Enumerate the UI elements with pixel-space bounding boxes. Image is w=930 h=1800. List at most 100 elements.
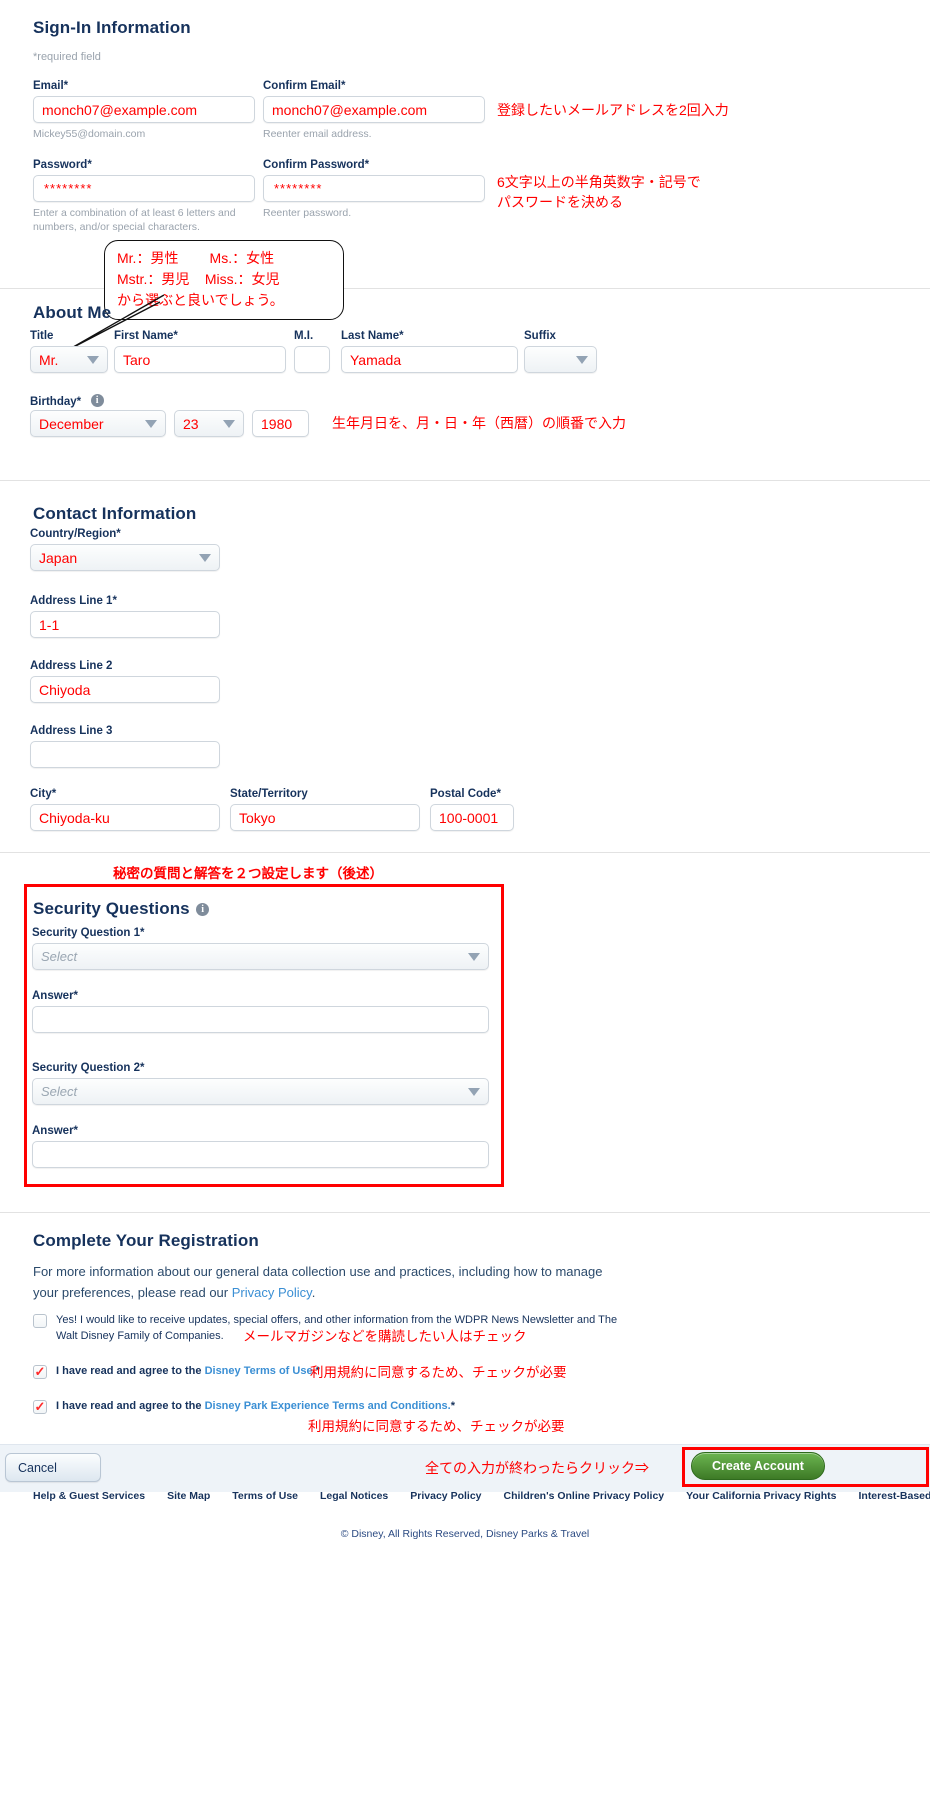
security-question-1-select[interactable]: Select: [32, 943, 489, 970]
birth-month-select[interactable]: December: [30, 410, 166, 437]
middle-initial-label: M.I.: [294, 330, 314, 342]
address-line-3-input[interactable]: [30, 741, 220, 768]
title-group: Title Mr.: [30, 330, 108, 373]
country-value: Japan: [39, 549, 78, 566]
info-icon[interactable]: i: [196, 903, 210, 917]
postal-code-group: Postal Code* 100-0001: [430, 788, 514, 831]
security-answer-1-group: Answer*: [32, 990, 489, 1033]
country-select[interactable]: Japan: [30, 544, 220, 571]
address-line-2-label: Address Line 2: [30, 660, 113, 672]
registration-intro: For more information about our general d…: [33, 1262, 633, 1304]
chevron-down-icon: [145, 419, 157, 428]
confirm-email-input[interactable]: monch07@example.com: [263, 96, 485, 123]
first-name-input[interactable]: Taro: [114, 346, 286, 373]
confirm-password-input[interactable]: ********: [263, 175, 485, 202]
chevron-down-icon: [468, 952, 480, 961]
suffix-group: Suffix: [524, 330, 597, 373]
address-line-1-label: Address Line 1*: [30, 595, 117, 607]
footer-link-help[interactable]: Help & Guest Services: [33, 1490, 145, 1502]
terms-annotation-1: 利用規約に同意するため、チェックが必要: [310, 1365, 567, 1380]
footer-link-privacy-policy[interactable]: Privacy Policy: [410, 1490, 481, 1502]
email-hint: Mickey55@domain.com: [33, 128, 146, 140]
address-line-1-group: Address Line 1* 1-1: [30, 595, 220, 638]
info-icon[interactable]: i: [90, 394, 104, 408]
birth-year-input[interactable]: 1980: [252, 410, 309, 437]
city-input[interactable]: Chiyoda-ku: [30, 804, 220, 831]
confirm-email-label: Confirm Email*: [263, 80, 346, 92]
first-name-label: First Name*: [114, 330, 178, 342]
cancel-button[interactable]: Cancel: [5, 1453, 101, 1482]
confirm-email-hint: Reenter email address.: [263, 128, 372, 140]
contact-heading: Contact Information: [33, 504, 197, 523]
password-input[interactable]: ********: [33, 175, 255, 202]
first-name-group: First Name* Taro: [114, 330, 286, 373]
address-line-1-input[interactable]: 1-1: [30, 611, 220, 638]
divider-3: [0, 852, 930, 853]
title-select[interactable]: Mr.: [30, 346, 108, 373]
park-terms-checkbox-row[interactable]: I have read and agree to the Disney Park…: [33, 1399, 455, 1415]
security-answer-2-group: Answer*: [32, 1125, 489, 1168]
city-group: City* Chiyoda-ku: [30, 788, 220, 831]
newsletter-checkbox[interactable]: [33, 1314, 47, 1328]
terms-of-use-checkbox-row[interactable]: I have read and agree to the Disney Term…: [33, 1364, 320, 1380]
birthday-annotation: 生年月日を、月・日・年（西暦）の順番で入力: [332, 415, 626, 431]
state-input[interactable]: Tokyo: [230, 804, 420, 831]
security-question-1-value: Select: [41, 949, 78, 964]
footer-link-interest-based-ads[interactable]: Interest-Based Ads: [858, 1490, 930, 1502]
registration-intro-line-1: For more information about our general d…: [33, 1264, 603, 1279]
signin-heading: Sign-In Information: [33, 18, 191, 37]
postal-code-label: Postal Code*: [430, 788, 501, 800]
registration-intro-line-2: your preferences, please read our Privac…: [33, 1283, 633, 1304]
security-question-2-group: Security Question 2* Select: [32, 1062, 489, 1105]
footer-link-california-rights[interactable]: Your California Privacy Rights: [686, 1490, 836, 1502]
state-group: State/Territory Tokyo: [230, 788, 420, 831]
city-label: City*: [30, 788, 57, 800]
birth-month-value: December: [39, 415, 104, 432]
email-annotation: 登録したいメールアドレスを2回入力: [497, 102, 729, 118]
birthday-label-row: Birthday* i: [30, 392, 104, 412]
birth-day-select[interactable]: 23: [174, 410, 244, 437]
confirm-password-group: Confirm Password* ******** Reenter passw…: [263, 159, 485, 220]
security-question-2-label: Security Question 2*: [32, 1062, 145, 1074]
footer-link-terms-of-use[interactable]: Terms of Use: [232, 1490, 298, 1502]
middle-initial-group: M.I.: [294, 330, 330, 373]
chevron-down-icon: [87, 355, 99, 364]
divider-4: [0, 1212, 930, 1213]
country-label: Country/Region*: [30, 528, 121, 540]
suffix-select[interactable]: [524, 346, 597, 373]
chevron-down-icon: [223, 419, 235, 428]
birthday-label: Birthday*: [30, 396, 82, 408]
email-input[interactable]: monch07@example.com: [33, 96, 255, 123]
middle-initial-input[interactable]: [294, 346, 330, 373]
security-answer-2-input[interactable]: [32, 1141, 489, 1168]
security-question-2-value: Select: [41, 1084, 78, 1099]
privacy-policy-link[interactable]: Privacy Policy: [232, 1285, 312, 1300]
country-group: Country/Region* Japan: [30, 528, 220, 571]
create-account-button[interactable]: Create Account: [691, 1452, 825, 1480]
chevron-down-icon: [576, 355, 588, 364]
footer-link-childrens-privacy[interactable]: Children's Online Privacy Policy: [504, 1490, 665, 1502]
security-heading-row: Security Questions i: [33, 899, 210, 919]
park-terms-label: I have read and agree to the Disney Park…: [56, 1399, 455, 1415]
footer-link-site-map[interactable]: Site Map: [167, 1490, 210, 1502]
terms-of-use-checkbox[interactable]: [33, 1365, 47, 1379]
security-question-1-group: Security Question 1* Select: [32, 927, 489, 970]
password-annotation: 6文字以上の半角英数字・記号で パスワードを決める: [497, 174, 701, 211]
copyright-text: © Disney, All Rights Reserved, Disney Pa…: [340, 1528, 590, 1540]
registration-page: Sign-In Information *required field Emai…: [0, 0, 930, 1800]
footer-link-legal-notices[interactable]: Legal Notices: [320, 1490, 388, 1502]
disney-park-terms-link[interactable]: Disney Park Experience Terms and Conditi…: [205, 1400, 451, 1412]
disney-terms-of-use-link[interactable]: Disney Terms of Use.: [205, 1365, 316, 1377]
security-question-2-select[interactable]: Select: [32, 1078, 489, 1105]
address-line-2-input[interactable]: Chiyoda: [30, 676, 220, 703]
terms-of-use-label: I have read and agree to the Disney Term…: [56, 1364, 320, 1380]
confirm-password-hint: Reenter password.: [263, 207, 352, 219]
terms-of-use-pre: I have read and agree to the: [56, 1365, 205, 1377]
postal-code-input[interactable]: 100-0001: [430, 804, 514, 831]
last-name-input[interactable]: Yamada: [341, 346, 518, 373]
security-answer-1-input[interactable]: [32, 1006, 489, 1033]
terms-annotation-2: 利用規約に同意するため、チェックが必要: [308, 1419, 565, 1434]
park-terms-checkbox[interactable]: [33, 1400, 47, 1414]
confirm-password-label: Confirm Password*: [263, 159, 370, 171]
newsletter-annotation: メールマガジンなどを購読したい人はチェック: [243, 1329, 527, 1344]
